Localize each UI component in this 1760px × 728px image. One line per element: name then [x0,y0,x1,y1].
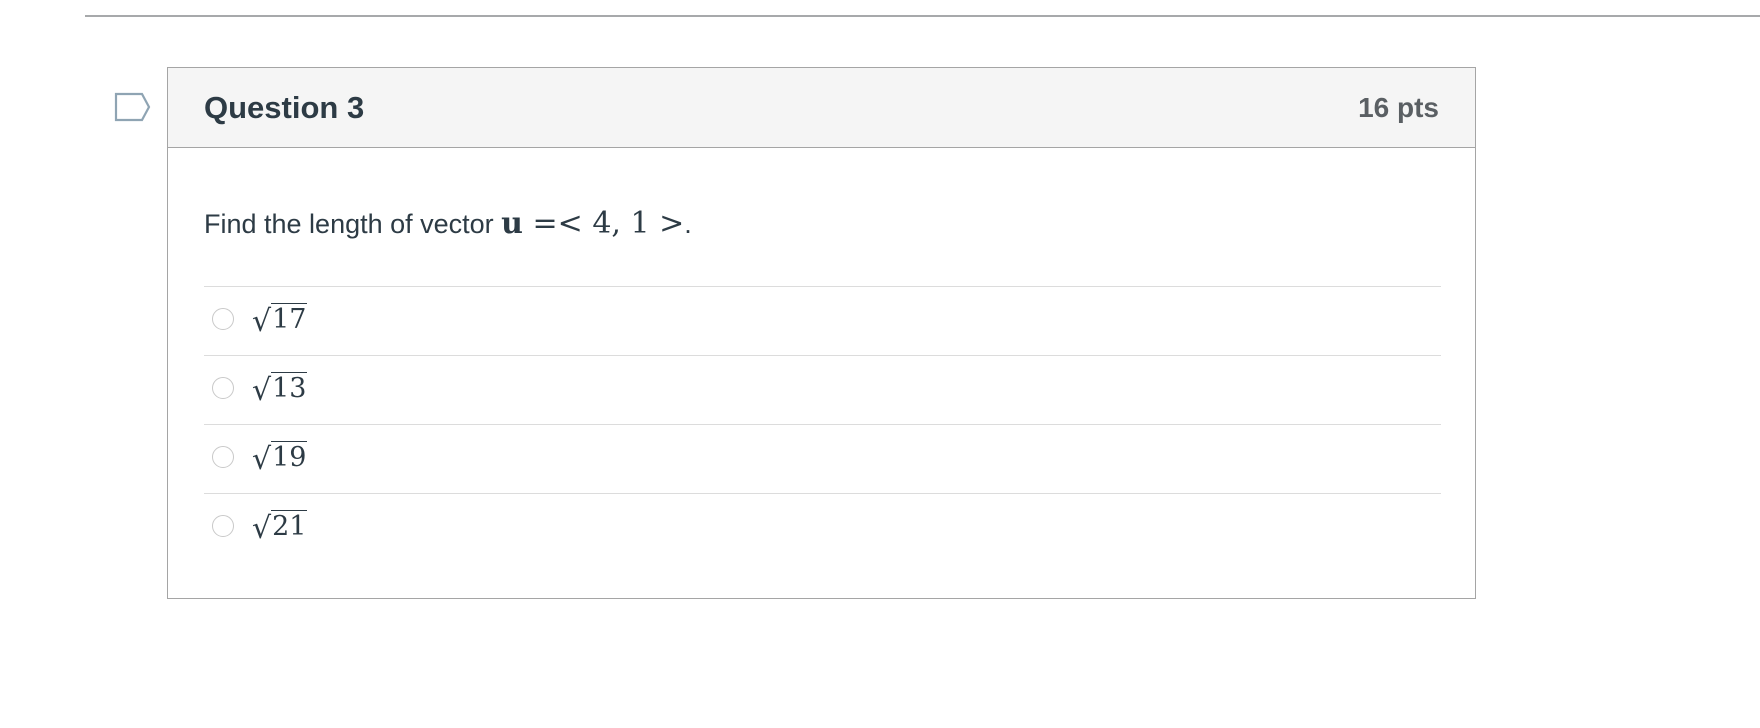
radicand: 21 [271,510,308,542]
answer-option[interactable]: √ 21 [204,493,1441,562]
answer-label: √ 21 [252,510,308,544]
question-card: Question 3 16 pts Find the length of vec… [167,67,1476,599]
question-title: Question 3 [204,90,365,125]
answer-label: √ 17 [252,303,308,337]
sqrt-symbol: √ [252,304,272,339]
answer-radio[interactable] [212,515,234,537]
answer-list: √ 17 √ 13 √ 19 √ 21 [204,286,1441,562]
prompt-text: Find the length of vector [204,209,502,239]
answer-option[interactable]: √ 13 [204,355,1441,424]
flag-question-icon[interactable] [114,92,152,122]
radicand: 17 [271,303,308,335]
sqrt-symbol: √ [252,442,272,477]
top-divider [85,15,1760,17]
answer-radio[interactable] [212,446,234,468]
sqrt-symbol: √ [252,511,272,546]
question-header: Question 3 16 pts [168,68,1475,148]
answer-option[interactable]: √ 17 [204,286,1441,355]
sqrt-symbol: √ [252,373,272,408]
answer-option[interactable]: √ 19 [204,424,1441,493]
question-points: 16 pts [1358,92,1439,123]
answer-radio[interactable] [212,377,234,399]
answer-label: √ 13 [252,372,308,406]
answer-label: √ 19 [252,441,308,475]
question-prompt: Find the length of vector u =< 4, 1 >. [204,206,692,241]
radicand: 13 [271,372,308,404]
radicand: 19 [271,441,308,473]
vector-symbol: u [501,206,523,241]
vector-expression: =< 4, 1 > [522,206,685,241]
prompt-math: u =< 4, 1 > [501,206,684,241]
answer-radio[interactable] [212,308,234,330]
prompt-end: . [684,209,692,239]
